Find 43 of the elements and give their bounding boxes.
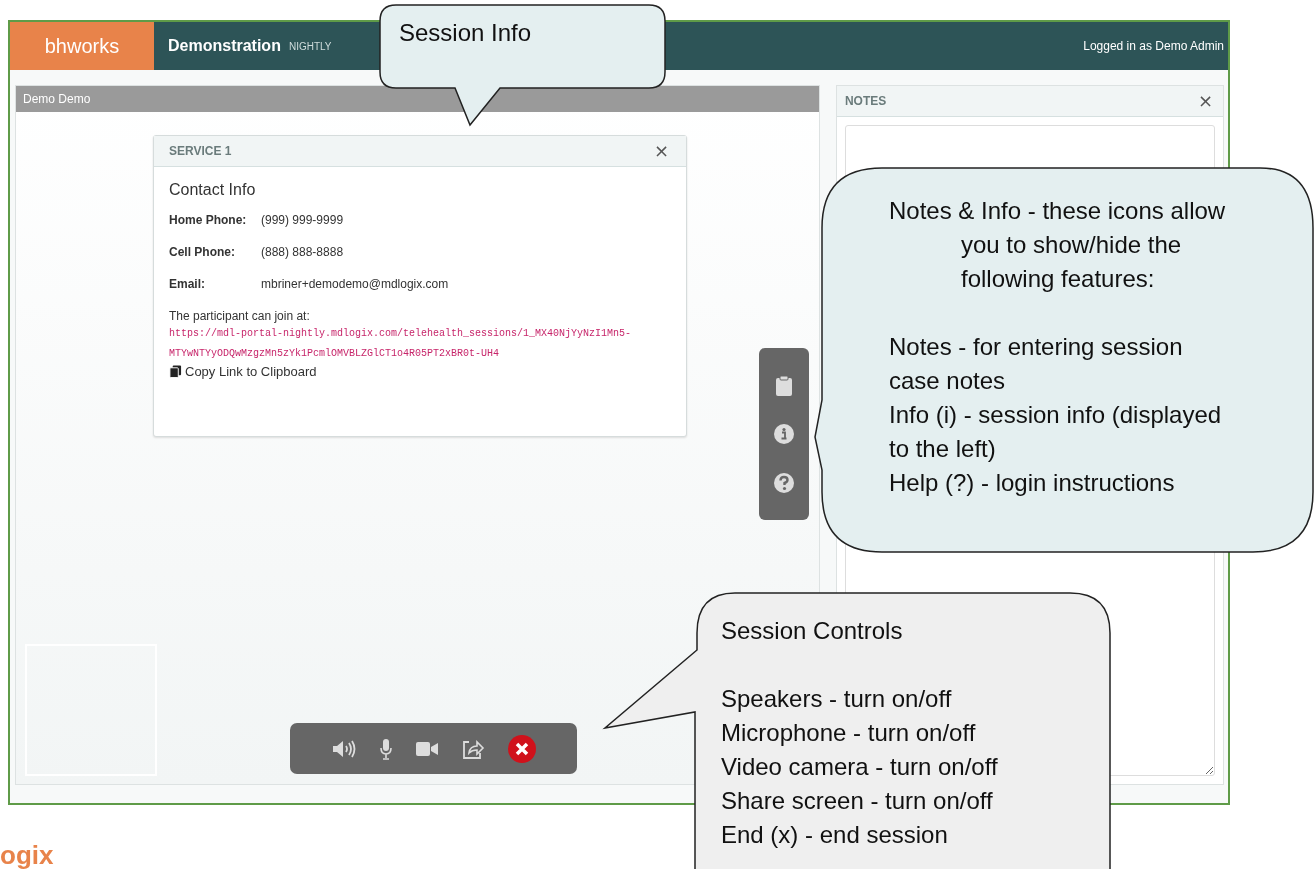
close-button[interactable]: × [1195, 92, 1215, 110]
join-link[interactable]: https://mdl-portal-nightly.mdlogix.com/telehealth_sessions/1_MX40NjYyNzI1Mn5-MTYwNTYyODQwMzgzMn5zYk1PcmlOMVBLZGlCT1o4R05PT2xBR0t-UH4 [169, 324, 669, 364]
callout-text: End (x) - end session [721, 820, 949, 850]
card-title: SERVICE 1 [169, 144, 232, 158]
video-camera-icon[interactable] [414, 739, 439, 758]
callout-text: Video camera - turn on/off [721, 752, 998, 782]
clipboard-icon[interactable] [775, 374, 793, 397]
close-button[interactable]: × [651, 142, 671, 160]
join-label: The participant can join at: [169, 309, 311, 323]
callout-text: Microphone - turn on/off [721, 718, 977, 748]
field-label: Email: [169, 277, 206, 291]
copy-link[interactable]: Copy Link to Clipboard [185, 364, 317, 379]
field-value: (999) 999-9999 [261, 213, 344, 227]
callout-text: Session Info [399, 18, 532, 48]
field-label: Cell Phone: [169, 245, 236, 259]
microphone-icon[interactable] [378, 737, 393, 760]
callout-text: to the left) [889, 434, 997, 464]
end-call-icon[interactable] [506, 733, 537, 764]
callout-text: Session Controls [721, 616, 904, 646]
user-status: Logged in as Demo Admin [1083, 39, 1224, 53]
field-label: Home Phone: [169, 213, 248, 227]
footer-logo: ogix [0, 842, 54, 869]
callout-text: Share screen - turn on/off [721, 786, 994, 816]
section-heading: Contact Info [169, 181, 257, 199]
callout-text: you to show/hide the [960, 230, 1183, 260]
field-value: (888) 888-8888 [261, 245, 344, 259]
copy-icon[interactable] [169, 365, 182, 378]
panel-title: Demo Demo [23, 92, 91, 106]
callout-text: Speakers - turn on/off [721, 684, 953, 714]
field-value: mbriner+demodemo@mdlogix.com [261, 277, 449, 291]
callout-text: Help (?) - login instructions [889, 468, 1176, 498]
app-title: Demonstration [168, 37, 281, 55]
help-icon[interactable] [773, 471, 795, 494]
callout-text: Notes & Info - these icons allow [889, 196, 1226, 226]
info-icon[interactable] [773, 423, 795, 445]
share-icon[interactable] [460, 737, 485, 760]
callout-text: following features: [960, 264, 1156, 294]
callout-text: Notes - for entering session [889, 332, 1184, 362]
panel-title: NOTES [844, 94, 887, 108]
callout-text: case notes [889, 366, 1007, 396]
build-label: NIGHTLY [288, 40, 332, 52]
callout-text: Info (i) - session info (displayed [889, 400, 1223, 430]
app-logo: bhworks [10, 22, 154, 70]
